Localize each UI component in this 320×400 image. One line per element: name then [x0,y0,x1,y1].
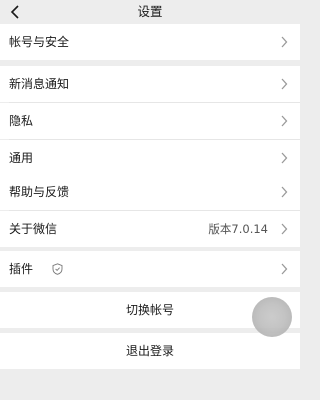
settings-item-help-feedback[interactable]: 帮助与反馈 [0,174,300,210]
navigation-bar: 设置 [0,0,300,24]
touch-indicator [252,297,292,337]
chevron-right-icon [281,186,288,198]
settings-item-label: 关于微信 [9,222,58,236]
settings-item-plugins[interactable]: 插件 [0,251,300,287]
chevron-right-icon [281,78,288,90]
settings-item-label: 新消息通知 [9,77,70,91]
settings-item-label: 帮助与反馈 [9,185,70,199]
page-title: 设置 [137,4,163,19]
logout-button[interactable]: 退出登录 [0,333,300,369]
shield-icon [52,263,63,275]
settings-item-privacy[interactable]: 隐私 [0,103,300,139]
settings-item-new-message-notifications[interactable]: 新消息通知 [0,66,300,102]
chevron-right-icon [281,223,288,235]
settings-item-label: 插件 [9,262,34,276]
settings-item-label: 通用 [9,151,34,165]
settings-item-account-security[interactable]: 帐号与安全 [0,24,300,60]
settings-item-label: 帐号与安全 [9,35,70,49]
chevron-right-icon [281,263,288,275]
settings-item-about-wechat[interactable]: 关于微信 版本7.0.14 [0,211,300,247]
settings-item-general[interactable]: 通用 [0,140,300,176]
version-text: 版本7.0.14 [208,222,268,236]
chevron-right-icon [281,36,288,48]
chevron-right-icon [281,152,288,164]
logout-label: 退出登录 [125,344,174,358]
settings-item-label: 隐私 [9,114,34,128]
chevron-right-icon [281,115,288,127]
